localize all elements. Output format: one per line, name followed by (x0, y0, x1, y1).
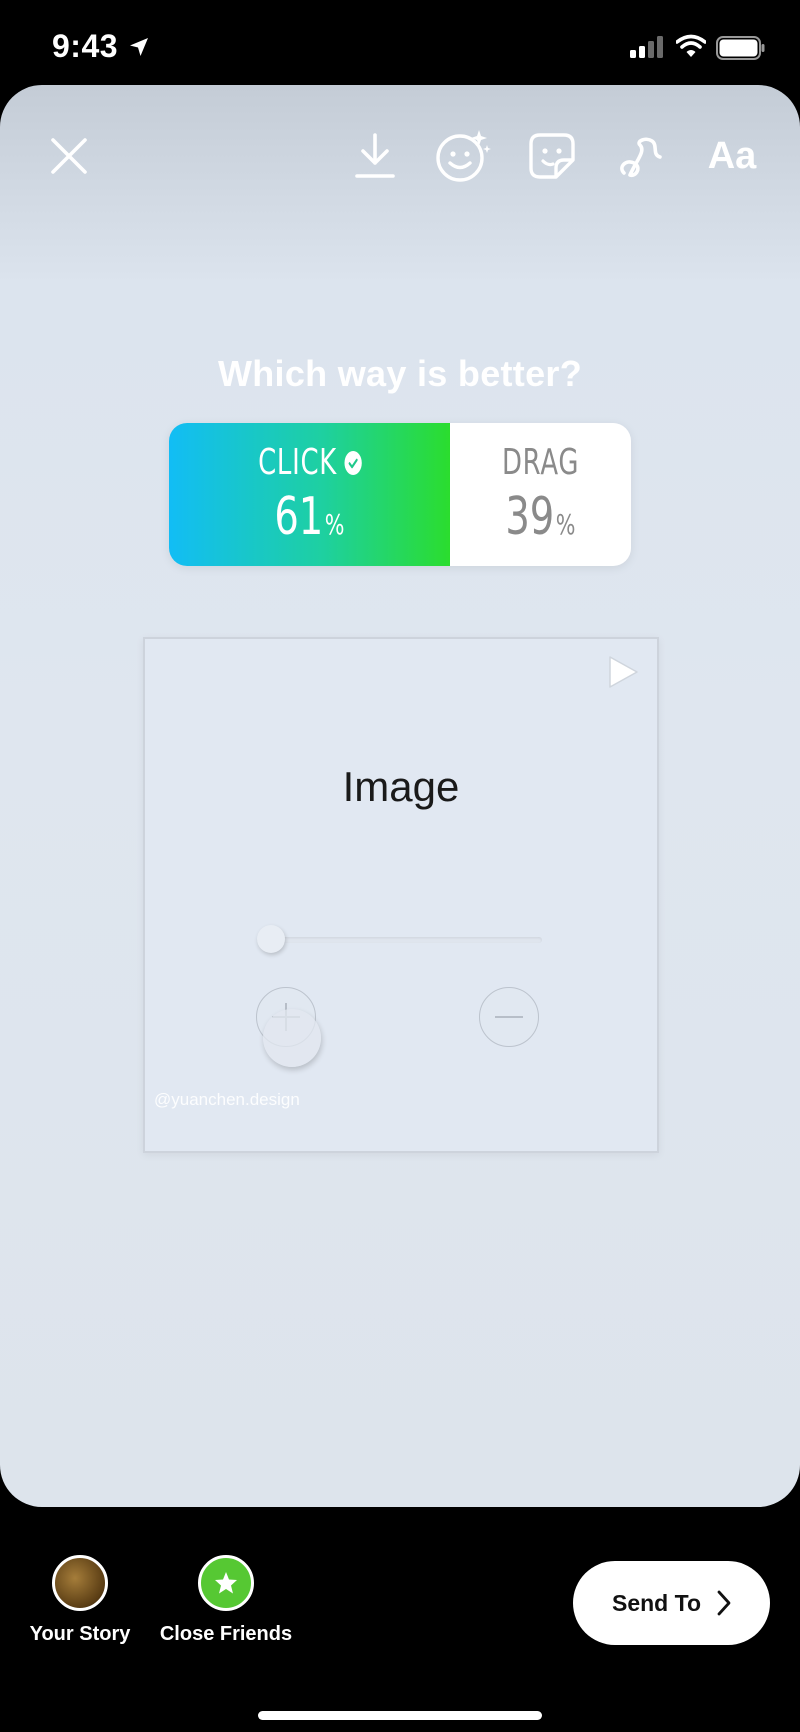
close-button[interactable] (38, 125, 100, 187)
image-label: Image (342, 763, 460, 810)
battery-icon (716, 36, 765, 60)
poll-option-drag[interactable]: DRAG 39% (450, 423, 631, 566)
cellular-signal-icon (630, 36, 663, 58)
send-to-label: Send To (611, 1589, 701, 1616)
media-preview[interactable]: Image (143, 637, 659, 1153)
poll-question: Which way is better? (217, 353, 583, 394)
touch-cursor (263, 1009, 321, 1067)
poll-sticker: CLICK 61% DRAG 39% (169, 423, 631, 566)
face-effects-icon (436, 130, 491, 182)
download-icon (355, 133, 395, 178)
wifi-icon (676, 34, 706, 57)
slider-knob[interactable] (257, 925, 285, 953)
clock: 9:43 (52, 28, 119, 64)
story-canvas: Aa Which way is better? CLICK 61% DRAG 3… (0, 85, 800, 1507)
share-bar: Your Story Close Friends Send To (0, 1507, 800, 1732)
slider-track[interactable] (257, 937, 542, 943)
zoom-out-button[interactable] (479, 987, 539, 1047)
percent-sign: % (555, 508, 576, 541)
your-story-button[interactable]: Your Story (20, 1555, 140, 1646)
text-tool-button[interactable]: Aa (700, 125, 764, 187)
your-story-label: Your Story (29, 1623, 131, 1645)
star-icon (198, 1555, 254, 1611)
play-icon[interactable] (607, 655, 639, 689)
poll-option-percent: 39 (505, 487, 555, 547)
status-bar: 9:43 (0, 0, 800, 90)
send-to-button[interactable]: Send To (573, 1561, 770, 1645)
close-friends-label: Close Friends (159, 1623, 293, 1645)
location-arrow-icon (130, 38, 148, 56)
avatar (52, 1555, 108, 1611)
poll-option-click[interactable]: CLICK 61% (169, 423, 450, 566)
chevron-right-icon (717, 1590, 731, 1616)
poll-option-label: DRAG (501, 442, 580, 483)
sticker-button[interactable] (521, 125, 583, 187)
download-button[interactable] (344, 125, 406, 187)
watermark-text: @yuanchen.design (154, 1090, 300, 1109)
draw-squiggle-icon (620, 137, 662, 178)
sticker-icon (529, 133, 575, 179)
poll-option-label: CLICK (257, 442, 337, 483)
draw-button[interactable] (610, 125, 672, 187)
face-effects-button[interactable] (432, 125, 494, 187)
close-icon (51, 138, 87, 174)
poll-option-percent: 61 (274, 487, 324, 547)
check-icon (343, 450, 362, 475)
percent-sign: % (324, 508, 345, 541)
close-friends-button[interactable]: Close Friends (155, 1555, 297, 1646)
minus-icon (495, 1016, 523, 1018)
home-indicator (258, 1711, 542, 1720)
